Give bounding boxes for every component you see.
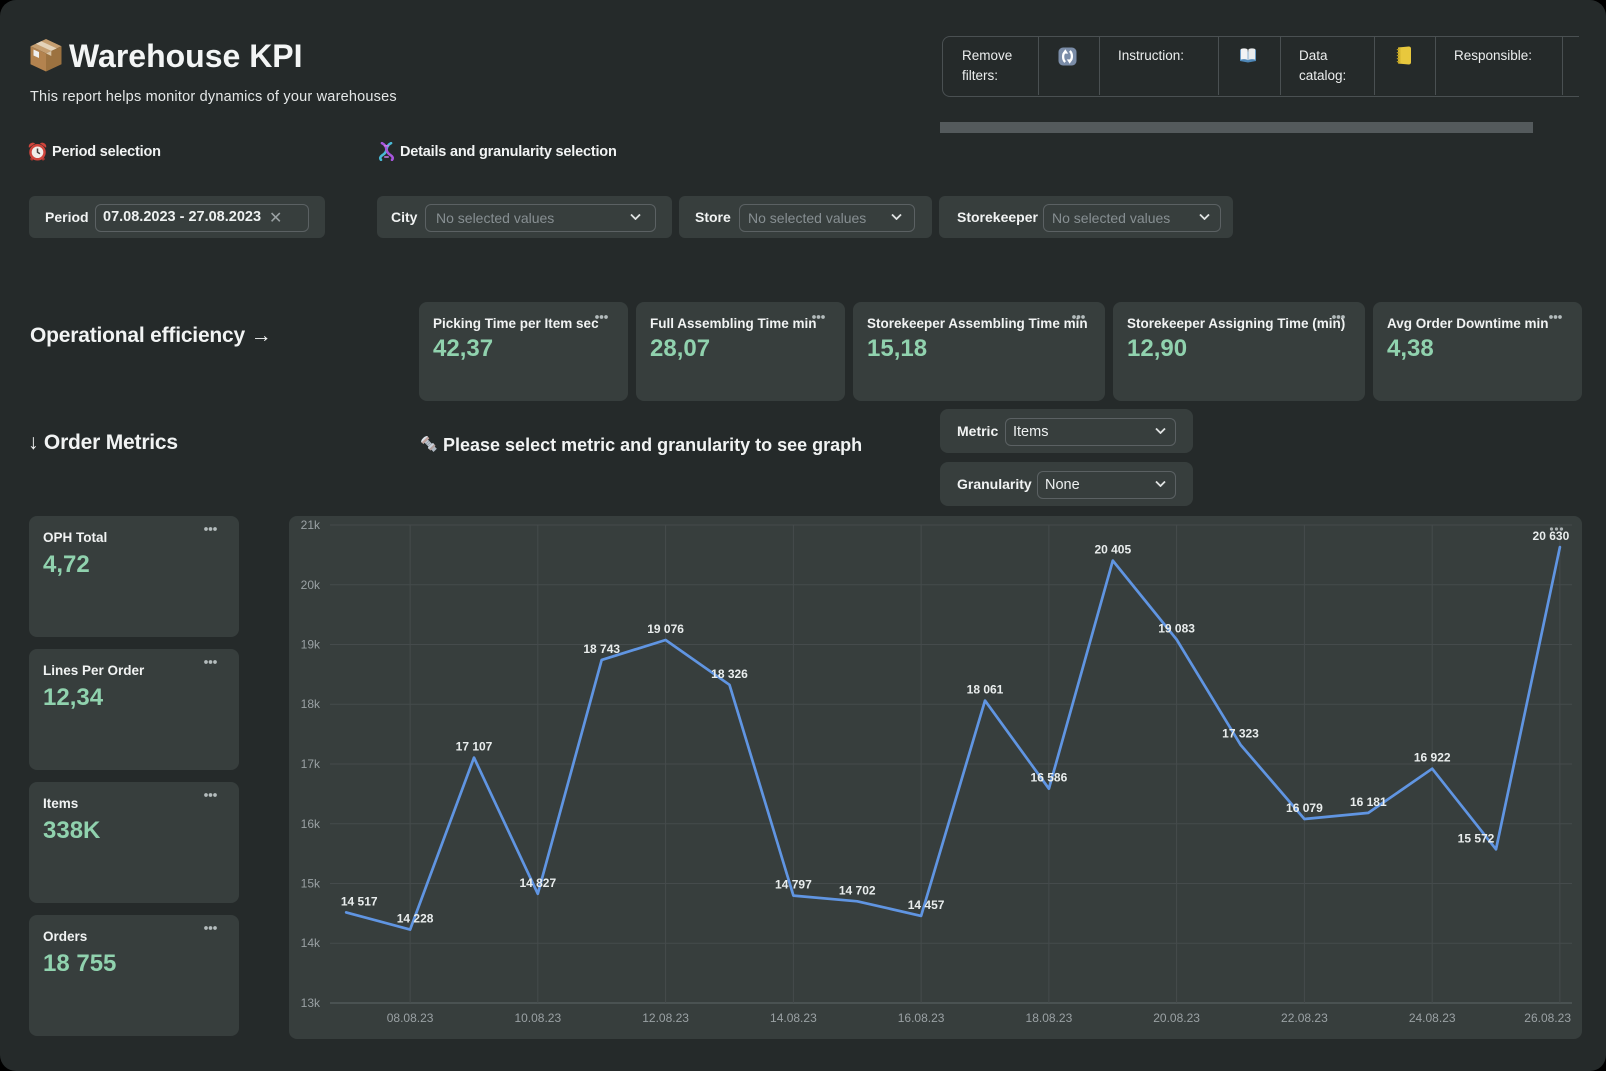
svg-text:17k: 17k [301, 757, 321, 771]
svg-text:17 323: 17 323 [1222, 727, 1259, 741]
svg-text:16 586: 16 586 [1031, 771, 1068, 785]
svg-text:22.08.23: 22.08.23 [1281, 1011, 1328, 1025]
svg-text:18 326: 18 326 [711, 667, 748, 681]
svg-text:20.08.23: 20.08.23 [1153, 1011, 1200, 1025]
svg-text:19k: 19k [301, 638, 321, 652]
svg-text:14 457: 14 457 [908, 898, 945, 912]
svg-text:16 181: 16 181 [1350, 795, 1387, 809]
svg-text:18k: 18k [301, 697, 321, 711]
svg-text:19 076: 19 076 [647, 622, 684, 636]
svg-text:24.08.23: 24.08.23 [1409, 1011, 1456, 1025]
svg-text:16k: 16k [301, 817, 321, 831]
svg-text:12.08.23: 12.08.23 [642, 1011, 689, 1025]
svg-text:14 228: 14 228 [397, 912, 434, 926]
svg-text:14 517: 14 517 [341, 894, 378, 908]
svg-text:20 630: 20 630 [1533, 529, 1570, 543]
svg-text:15k: 15k [301, 877, 321, 891]
svg-text:26.08.23: 26.08.23 [1524, 1011, 1571, 1025]
svg-text:14 797: 14 797 [775, 878, 812, 892]
svg-text:14.08.23: 14.08.23 [770, 1011, 817, 1025]
svg-text:17 107: 17 107 [456, 740, 493, 754]
svg-text:14k: 14k [301, 936, 321, 950]
svg-text:14 827: 14 827 [519, 876, 556, 890]
svg-text:16 922: 16 922 [1414, 751, 1451, 765]
svg-text:18.08.23: 18.08.23 [1026, 1011, 1073, 1025]
svg-text:20 405: 20 405 [1094, 543, 1131, 557]
svg-text:16 079: 16 079 [1286, 801, 1323, 815]
svg-text:18 743: 18 743 [583, 642, 620, 656]
svg-text:13k: 13k [301, 996, 321, 1010]
svg-text:10.08.23: 10.08.23 [514, 1011, 561, 1025]
svg-text:18 061: 18 061 [967, 683, 1004, 697]
svg-text:15 572: 15 572 [1458, 831, 1495, 845]
svg-text:21k: 21k [301, 518, 321, 532]
svg-text:20k: 20k [301, 578, 321, 592]
svg-text:14 702: 14 702 [839, 883, 876, 897]
svg-text:19 083: 19 083 [1158, 622, 1195, 636]
svg-text:08.08.23: 08.08.23 [387, 1011, 434, 1025]
svg-text:16.08.23: 16.08.23 [898, 1011, 945, 1025]
